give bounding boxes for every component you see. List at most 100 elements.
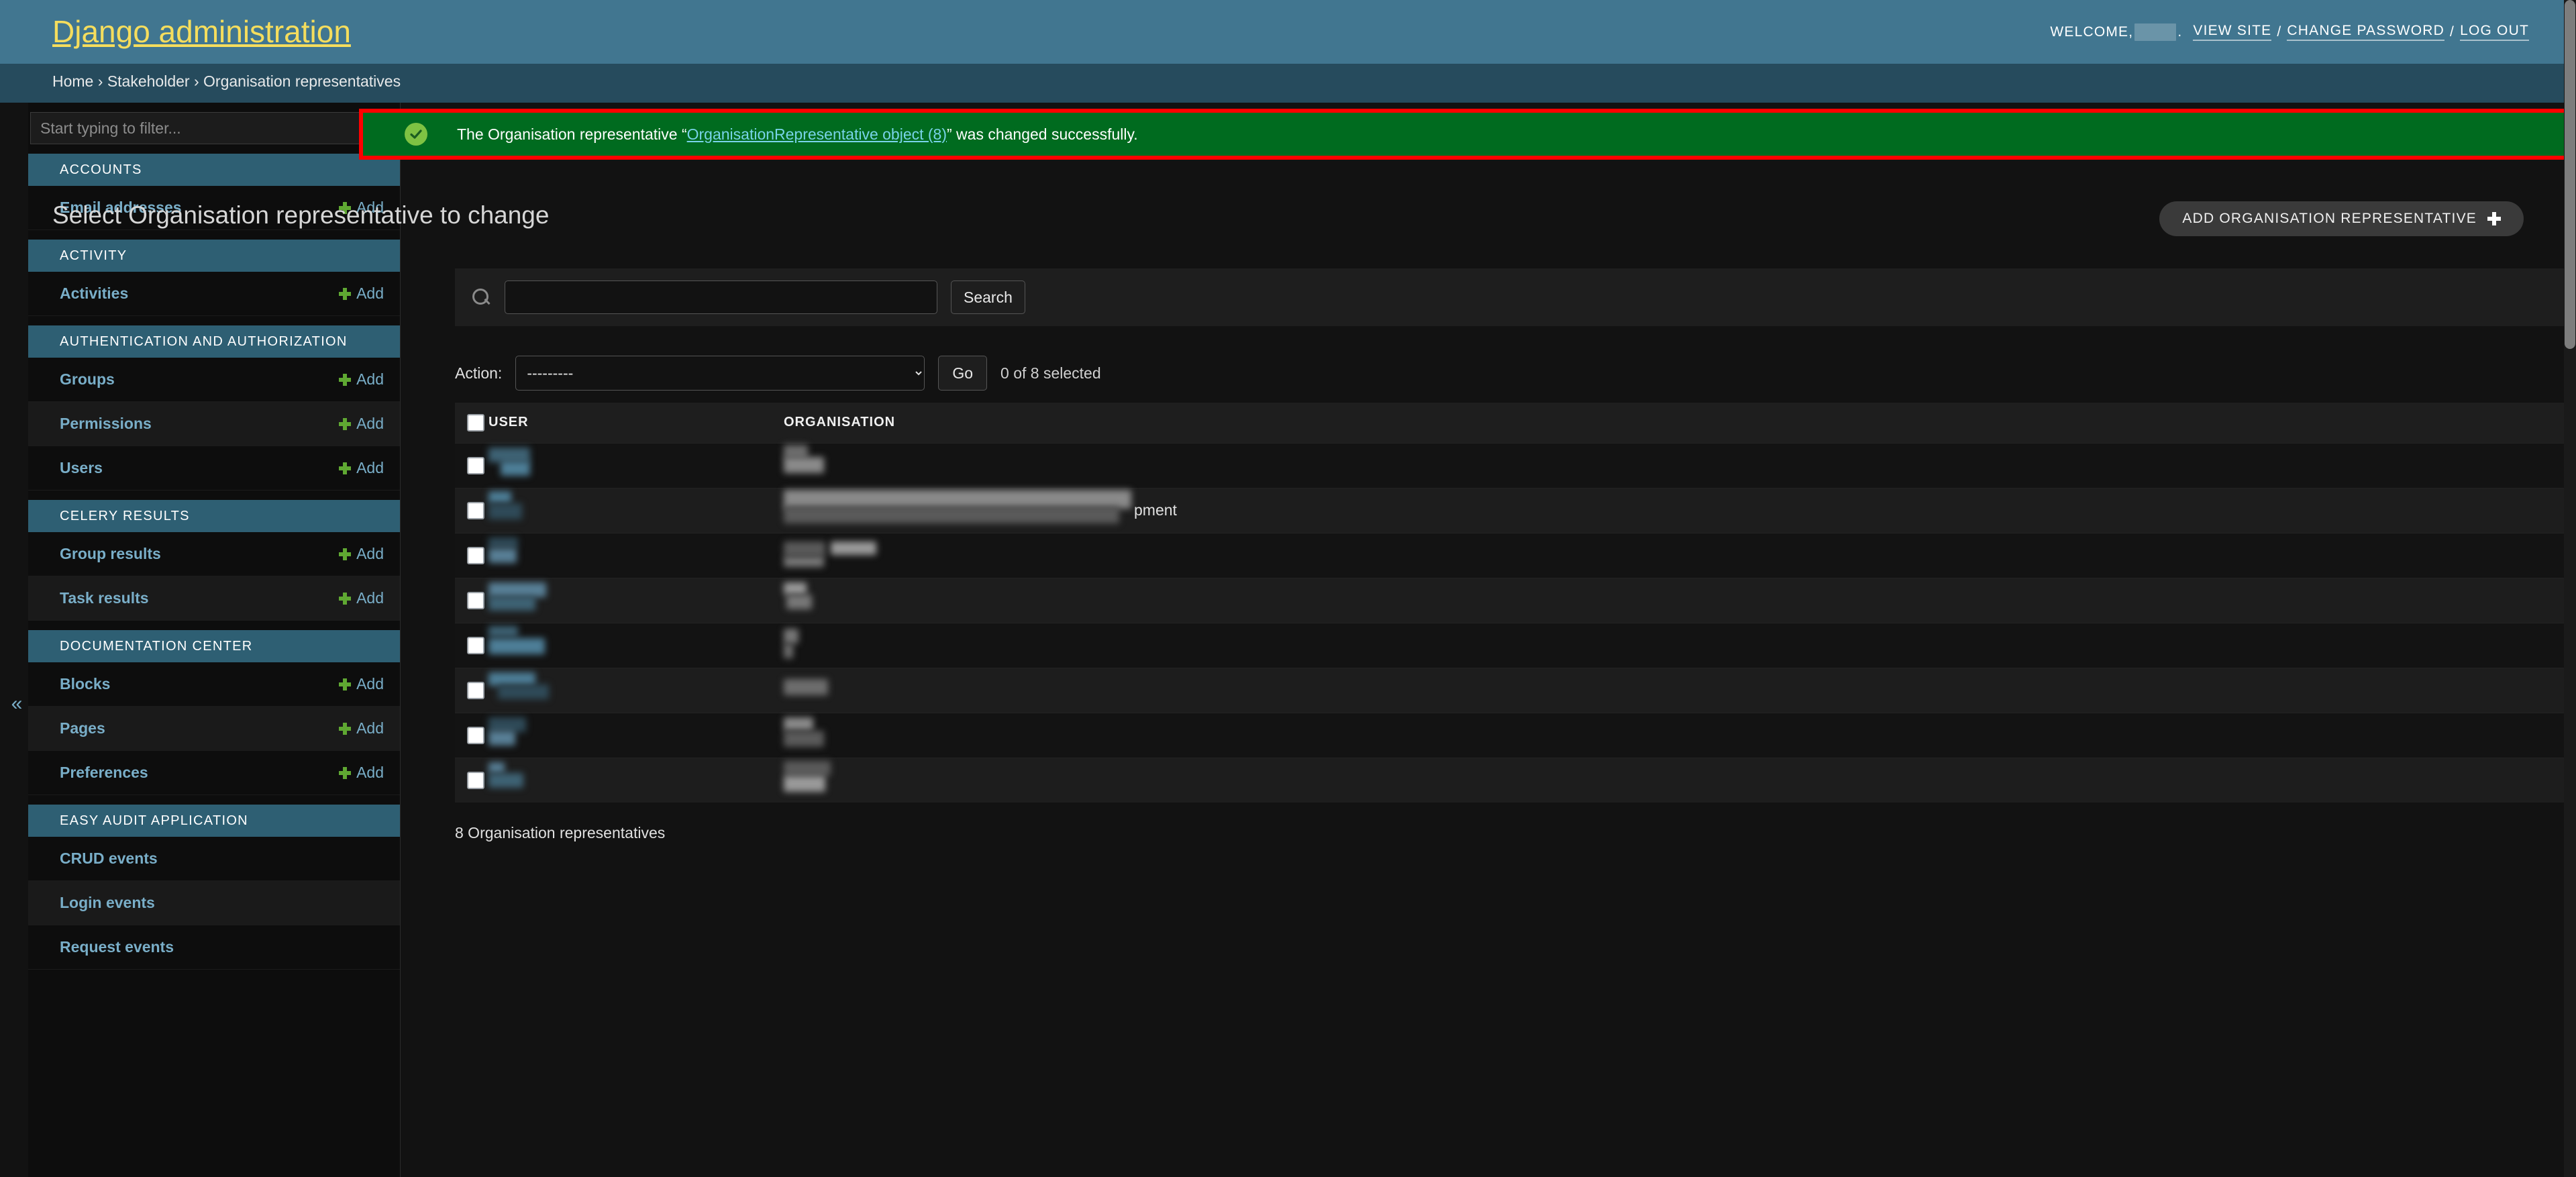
sidebar-add-link[interactable]: Add	[339, 764, 384, 782]
sidebar-item-label[interactable]: Task results	[60, 589, 149, 607]
redaction-block	[786, 594, 812, 609]
organisation-visible-tail: pment	[1134, 501, 1177, 519]
sidebar-add-link[interactable]: Add	[339, 545, 384, 563]
sidebar-item[interactable]: Pages Add	[28, 707, 400, 751]
action-select[interactable]: ---------	[515, 356, 925, 391]
redaction-block	[784, 556, 824, 567]
sidebar-add-link[interactable]: Add	[339, 719, 384, 737]
sidebar-add-link[interactable]: Add	[339, 675, 384, 693]
sidebar-item-label[interactable]: Activities	[60, 285, 128, 303]
table-row[interactable]	[455, 757, 2564, 803]
row-checkbox[interactable]	[467, 501, 484, 519]
username-period: .	[2177, 23, 2183, 40]
table-row[interactable]	[455, 712, 2564, 758]
cell-user[interactable]	[488, 532, 784, 578]
row-checkbox[interactable]	[467, 636, 484, 654]
cell-user[interactable]	[488, 577, 784, 623]
table-row[interactable]: pment	[455, 487, 2564, 533]
sidebar-item[interactable]: Request events	[28, 925, 400, 970]
redacted-user-value	[488, 489, 784, 533]
sidebar-item[interactable]: Blocks Add	[28, 662, 400, 707]
site-title[interactable]: Django administration	[52, 13, 351, 50]
row-checkbox[interactable]	[467, 546, 484, 564]
sidebar-item[interactable]: Activities Add	[28, 272, 400, 316]
table-row[interactable]	[455, 622, 2564, 668]
sidebar-item-label[interactable]: Group results	[60, 545, 161, 563]
object-tools: ADD ORGANISATION REPRESENTATIVE	[2159, 201, 2524, 236]
log-out-link[interactable]: LOG OUT	[2460, 23, 2529, 41]
page-scrollbar[interactable]	[2564, 0, 2576, 1177]
sidebar-item-label[interactable]: Permissions	[60, 415, 152, 433]
column-header-organisation[interactable]: ORGANISATION	[784, 403, 2564, 443]
table-row[interactable]	[455, 577, 2564, 623]
sidebar-item[interactable]: Groups Add	[28, 358, 400, 402]
sidebar-item-label[interactable]: CRUD events	[60, 850, 158, 868]
cell-user[interactable]	[488, 757, 784, 803]
search-button[interactable]: Search	[951, 280, 1025, 314]
sidebar-item-label[interactable]: Pages	[60, 719, 105, 737]
sidebar-collapse-toggle-icon[interactable]: «	[7, 691, 27, 717]
sidebar-module-caption[interactable]: AUTHENTICATION AND AUTHORIZATION	[28, 325, 400, 358]
breadcrumb-home[interactable]: Home	[52, 72, 93, 90]
cell-user[interactable]	[488, 667, 784, 713]
sidebar-item[interactable]: Group results Add	[28, 532, 400, 576]
message-object-link[interactable]: OrganisationRepresentative object (8)	[687, 125, 947, 144]
select-all-checkbox[interactable]	[467, 413, 484, 431]
sidebar-item-label[interactable]: Login events	[60, 894, 155, 912]
change-password-link[interactable]: CHANGE PASSWORD	[2287, 23, 2445, 41]
sidebar-item-label[interactable]: Preferences	[60, 764, 148, 782]
sidebar-item[interactable]: Login events	[28, 881, 400, 925]
sidebar-module-caption[interactable]: EASY AUDIT APPLICATION	[28, 805, 400, 837]
sidebar-item-label[interactable]: Groups	[60, 370, 115, 389]
cell-user[interactable]	[488, 487, 784, 533]
table-row[interactable]	[455, 442, 2564, 488]
plus-icon	[339, 417, 352, 430]
breadcrumb-app[interactable]: Stakeholder	[107, 72, 190, 90]
sidebar-add-link[interactable]: Add	[339, 589, 384, 607]
sidebar-filter-input[interactable]	[30, 112, 399, 144]
row-checkbox[interactable]	[467, 456, 484, 474]
nav-sidebar: ACCOUNTSEmail addressesAddACTIVITYActivi…	[28, 103, 401, 1177]
row-checkbox[interactable]	[467, 591, 484, 609]
plus-icon	[339, 766, 352, 779]
redacted-user-value	[488, 623, 784, 668]
sidebar-add-link[interactable]: Add	[339, 415, 384, 433]
sidebar-module-caption[interactable]: ACTIVITY	[28, 240, 400, 272]
redaction-block	[488, 595, 535, 611]
sidebar-add-link[interactable]: Add	[339, 370, 384, 389]
view-site-link[interactable]: VIEW SITE	[2193, 23, 2272, 41]
sidebar-item[interactable]: Preferences Add	[28, 751, 400, 795]
redaction-block	[488, 447, 530, 462]
plus-icon	[339, 287, 352, 300]
sidebar-module-caption[interactable]: DOCUMENTATION CENTER	[28, 630, 400, 662]
add-organisation-representative-button[interactable]: ADD ORGANISATION REPRESENTATIVE	[2159, 201, 2524, 236]
search-input[interactable]	[505, 280, 937, 314]
sidebar-module-caption[interactable]: CELERY RESULTS	[28, 500, 400, 532]
table-row[interactable]	[455, 667, 2564, 713]
row-checkbox[interactable]	[467, 771, 484, 789]
results-table-head: USER ORGANISATION	[455, 403, 2564, 443]
redaction-block	[784, 444, 808, 458]
row-checkbox[interactable]	[467, 681, 484, 699]
cell-user[interactable]	[488, 622, 784, 668]
cell-user[interactable]	[488, 442, 784, 488]
sidebar-item-label[interactable]: Users	[60, 459, 103, 477]
sidebar-add-link[interactable]: Add	[339, 285, 384, 303]
plus-icon	[339, 462, 352, 474]
row-checkbox[interactable]	[467, 726, 484, 744]
action-go-button[interactable]: Go	[938, 356, 988, 391]
sidebar-module-caption[interactable]: ACCOUNTS	[28, 154, 400, 186]
sidebar-add-link[interactable]: Add	[339, 459, 384, 477]
sidebar-item[interactable]: CRUD events	[28, 837, 400, 881]
sidebar-item[interactable]: Users Add	[28, 446, 400, 491]
cell-user[interactable]	[488, 712, 784, 758]
breadcrumb-sep-1: ›	[97, 72, 103, 90]
sidebar-item[interactable]: Permissions Add	[28, 402, 400, 446]
sidebar-item[interactable]: Task results Add	[28, 576, 400, 621]
redaction-block	[784, 505, 1119, 523]
column-header-user[interactable]: USER	[488, 403, 784, 443]
table-row[interactable]	[455, 532, 2564, 578]
page-scrollbar-thumb[interactable]	[2565, 0, 2575, 349]
sidebar-item-label[interactable]: Blocks	[60, 675, 110, 693]
sidebar-item-label[interactable]: Request events	[60, 938, 174, 956]
